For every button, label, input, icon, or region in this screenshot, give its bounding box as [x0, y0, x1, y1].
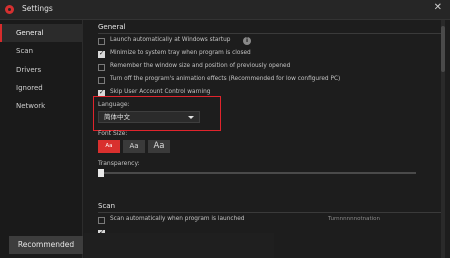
- general-section-title: General: [98, 23, 126, 31]
- option-label: Launch automatically at Windows startup: [110, 37, 231, 43]
- recommended-button[interactable]: Recommended: [9, 236, 83, 254]
- transparency-slider-handle[interactable]: [98, 169, 104, 177]
- language-label: Language:: [98, 101, 130, 108]
- partial-row-text: Turnnnnnnotnation: [328, 216, 381, 222]
- option-label: Minimize to system tray when program is …: [110, 50, 251, 56]
- sidebar-item-ignored[interactable]: Ignored: [0, 79, 83, 97]
- settings-panel: General Launch automatically at Windows …: [84, 20, 444, 258]
- checkbox[interactable]: [98, 49, 105, 58]
- font-size-small-button[interactable]: Aa: [98, 140, 120, 153]
- section-divider: [98, 33, 444, 34]
- font-size-medium-button[interactable]: Aa: [123, 140, 145, 153]
- checkbox[interactable]: [98, 77, 105, 84]
- checkbox[interactable]: [98, 64, 105, 71]
- checkbox[interactable]: [98, 217, 105, 224]
- transparency-slider-track[interactable]: [98, 172, 416, 174]
- sidebar-item-scan[interactable]: Scan: [0, 42, 83, 60]
- window-title: Settings: [22, 4, 53, 13]
- sidebar-item-drivers[interactable]: Drivers: [0, 61, 83, 79]
- option-label: Remember the window size and position of…: [110, 63, 291, 69]
- footer-area: [84, 233, 274, 258]
- font-size-label: Font Size:: [98, 130, 128, 137]
- language-select[interactable]: 简体中文: [98, 111, 200, 123]
- language-value: 简体中文: [104, 113, 130, 121]
- sidebar: General Scan Drivers Ignored Network Rec…: [0, 20, 83, 258]
- app-logo-icon: [5, 5, 14, 14]
- sidebar-item-network[interactable]: Network: [0, 97, 83, 115]
- title-bar: Settings ✕: [0, 0, 450, 20]
- option-label: Scan automatically when program is launc…: [110, 216, 245, 222]
- checkbox[interactable]: [98, 38, 105, 45]
- option-label: Skip User Account Control warning: [110, 89, 211, 95]
- info-icon[interactable]: i: [243, 37, 251, 45]
- scan-section-title: Scan: [98, 202, 116, 210]
- sidebar-item-general[interactable]: General: [0, 24, 83, 42]
- scrollbar-thumb[interactable]: [441, 26, 445, 72]
- chevron-down-icon: [188, 116, 194, 119]
- transparency-label: Transparency:: [98, 160, 140, 167]
- vertical-scrollbar[interactable]: [441, 20, 445, 258]
- section-divider: [98, 212, 444, 213]
- font-size-large-button[interactable]: Aa: [148, 140, 170, 153]
- close-icon[interactable]: ✕: [434, 3, 442, 13]
- option-label: Turn off the program's animation effects…: [110, 76, 341, 82]
